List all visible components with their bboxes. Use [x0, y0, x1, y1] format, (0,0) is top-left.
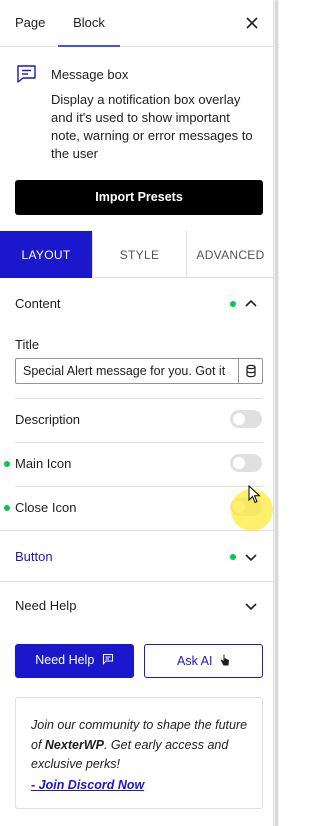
- tab-layout[interactable]: LAYOUT: [0, 231, 92, 278]
- title-label: Title: [15, 337, 40, 352]
- content-heading: Content: [15, 296, 61, 311]
- brand-name: NexterWP: [44, 737, 104, 752]
- description-label: Description: [15, 412, 81, 427]
- button-panel-header[interactable]: Button: [0, 543, 274, 569]
- mouse-cursor-icon: [248, 484, 262, 505]
- divider: [0, 530, 274, 531]
- section-tabs: LAYOUT STYLE ADVANCED: [0, 231, 274, 278]
- chat-icon: [102, 653, 113, 665]
- block-description: Display a notification box overlay and i…: [51, 92, 253, 161]
- main-icon-row: Main Icon: [0, 452, 274, 476]
- chevron-down-icon[interactable]: [244, 550, 258, 564]
- description-toggle[interactable]: [230, 410, 262, 428]
- block-title: Message box: [51, 67, 129, 82]
- close-icon[interactable]: [242, 13, 262, 33]
- divider: [15, 398, 263, 399]
- pointer-hand-icon: [220, 654, 229, 666]
- divider: [15, 442, 263, 443]
- button-section-label: Button: [15, 549, 53, 564]
- close-icon-label: Close Icon: [15, 500, 77, 515]
- scrollbar[interactable]: [274, 0, 279, 826]
- database-icon[interactable]: [238, 359, 262, 383]
- main-icon-label: Main Icon: [15, 456, 72, 471]
- chevron-up-icon[interactable]: [244, 297, 258, 311]
- scrollbar-thumb[interactable]: [275, 0, 278, 826]
- import-presets-button[interactable]: Import Presets: [15, 180, 263, 215]
- status-dot: [230, 554, 236, 560]
- main-icon-toggle[interactable]: [230, 454, 262, 472]
- join-discord-link[interactable]: - Join Discord Now: [31, 778, 144, 792]
- community-text: Join our community to shape the future o…: [31, 716, 251, 775]
- need-help-button-label: Need Help: [35, 653, 95, 667]
- sidebar-header: Page Block: [0, 0, 274, 47]
- tab-page[interactable]: Page: [15, 0, 45, 47]
- content-panel-header[interactable]: Content: [0, 290, 274, 318]
- ask-ai-button-label: Ask AI: [177, 654, 213, 668]
- need-help-heading: Need Help: [15, 598, 77, 613]
- tab-block[interactable]: Block: [58, 0, 120, 47]
- ask-ai-button[interactable]: Ask AI: [144, 644, 263, 678]
- chevron-down-icon[interactable]: [244, 599, 258, 613]
- need-help-panel-header[interactable]: Need Help: [0, 592, 274, 618]
- divider: [0, 581, 274, 582]
- status-dot: [4, 505, 10, 511]
- title-input[interactable]: [16, 359, 238, 383]
- description-row: Description: [0, 408, 274, 432]
- title-field[interactable]: [15, 358, 263, 384]
- need-help-button[interactable]: Need Help: [15, 644, 134, 678]
- toggle-knob: [233, 413, 245, 425]
- tab-block-label: Block: [73, 15, 105, 30]
- message-box-icon: [15, 62, 39, 86]
- divider: [15, 486, 263, 487]
- community-card: Join our community to shape the future o…: [15, 697, 263, 809]
- toggle-knob: [233, 457, 245, 469]
- active-tab-indicator: [58, 45, 120, 47]
- status-dot: [4, 461, 10, 467]
- tab-advanced[interactable]: ADVANCED: [186, 231, 274, 278]
- block-settings-sidebar: Page Block Message box Display a notific…: [0, 0, 274, 826]
- tab-style[interactable]: STYLE: [92, 231, 186, 278]
- status-dot: [230, 301, 236, 307]
